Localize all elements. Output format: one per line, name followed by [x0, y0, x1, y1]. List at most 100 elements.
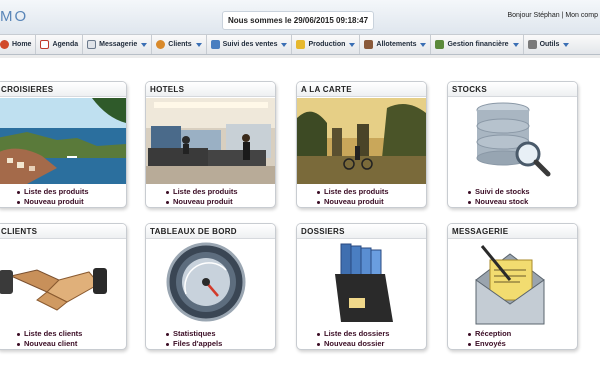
link-label: Nouveau dossier [324, 339, 385, 348]
tools-icon [527, 40, 537, 49]
link-suivi-stocks[interactable]: Suivi de stocks [468, 187, 530, 197]
chevron-down-icon [281, 42, 288, 47]
link-liste-produits[interactable]: Liste des produits [17, 187, 89, 197]
link-liste-clients[interactable]: Liste des clients [17, 329, 82, 339]
menu-allotements[interactable]: Allotements [360, 35, 432, 54]
card-title: STOCKS [448, 82, 577, 97]
a-la-carte-photo[interactable] [297, 98, 426, 184]
link-nouveau-client[interactable]: Nouveau client [17, 339, 82, 349]
link-liste-dossiers[interactable]: Liste des dossiers [317, 329, 389, 339]
bullet-icon [166, 190, 169, 194]
card-links: Liste des produits Nouveau produit [17, 187, 89, 207]
card-tableaux-de-bord: TABLEAUX DE BORD Statistiques Files d'ap… [145, 223, 276, 350]
link-nouveau-stock[interactable]: Nouveau stock [468, 197, 530, 207]
link-nouveau-produit[interactable]: Nouveau produit [317, 197, 389, 207]
date-time-display: Nous sommes le 29/06/2015 09:18:47 [222, 11, 374, 30]
chevron-down-icon [512, 42, 519, 47]
menu-allotements-label: Allotements [376, 41, 417, 48]
menu-gestion-financiere[interactable]: Gestion financière [431, 35, 524, 54]
link-label: Nouveau stock [475, 197, 529, 206]
card-title: A LA CARTE [297, 82, 426, 97]
bullet-icon [17, 332, 20, 336]
link-statistiques[interactable]: Statistiques [166, 329, 222, 339]
menu-suivi-ventes[interactable]: Suivi des ventes [207, 35, 293, 54]
bullet-icon [317, 190, 320, 194]
link-label: Liste des dossiers [324, 329, 390, 338]
handshake-icon[interactable] [0, 240, 126, 326]
bullet-icon [166, 342, 169, 346]
top-header: MO Nous sommes le 29/06/2015 09:18:47 Bo… [0, 0, 600, 34]
bullet-icon [17, 190, 20, 194]
chevron-down-icon [141, 42, 148, 47]
card-links: Réception Envoyés [468, 329, 511, 349]
allotment-icon [364, 40, 374, 49]
card-links: Liste des produits Nouveau produit [317, 187, 389, 207]
card-links: Liste des clients Nouveau client [17, 329, 82, 349]
link-label: Nouveau produit [173, 197, 233, 206]
menu-agenda-label: Agenda [52, 41, 79, 48]
menu-clients[interactable]: Clients [152, 35, 207, 54]
menu-outils[interactable]: Outils [524, 35, 574, 54]
link-liste-produits[interactable]: Liste des produits [166, 187, 238, 197]
gauge-icon[interactable] [146, 240, 275, 326]
card-title: TABLEAUX DE BORD [146, 224, 275, 239]
card-links: Liste des produits Nouveau produit [166, 187, 238, 207]
sales-icon [210, 40, 220, 49]
menu-messagerie[interactable]: Messagerie [83, 35, 153, 54]
bullet-icon [468, 190, 471, 194]
card-title: MESSAGERIE [448, 224, 577, 239]
folder-icon[interactable] [297, 240, 426, 326]
card-croisieres: CROISIERES Liste des produits Nouveau pr… [0, 81, 127, 208]
card-stocks: STOCKS Suivi de stocks Nouveau stock [447, 81, 578, 208]
bullet-icon [166, 332, 169, 336]
bullet-icon [166, 200, 169, 204]
card-links: Statistiques Files d'appels [166, 329, 222, 349]
menu-production[interactable]: Production [292, 35, 361, 54]
menu-messagerie-label: Messagerie [99, 41, 138, 48]
folder-icon [296, 40, 306, 49]
mail-icon [87, 40, 97, 49]
app-logo[interactable]: MO [0, 8, 28, 25]
database-search-icon[interactable] [448, 98, 577, 184]
link-label: Liste des produits [324, 187, 389, 196]
card-messagerie: MESSAGERIE Réception Envoyés [447, 223, 578, 350]
menu-gestion-financiere-label: Gestion financière [447, 41, 509, 48]
link-files-appels[interactable]: Files d'appels [166, 339, 222, 349]
envelope-icon[interactable] [448, 240, 577, 326]
dashboard-panel: CROISIERES Liste des produits Nouveau pr… [0, 58, 600, 371]
menu-agenda[interactable]: Agenda [36, 35, 84, 54]
menu-production-label: Production [308, 41, 346, 48]
chevron-down-icon [349, 42, 356, 47]
chevron-down-icon [563, 42, 570, 47]
bullet-icon [468, 332, 471, 336]
finance-icon [435, 40, 445, 49]
menu-home[interactable]: Home [0, 35, 37, 54]
bullet-icon [468, 200, 471, 204]
main-menu: Home Agenda Messagerie Clients Suivi des… [0, 34, 600, 55]
card-clients: CLIENTS Liste des clients Nouveau client [0, 223, 127, 350]
link-nouveau-produit[interactable]: Nouveau produit [166, 197, 238, 207]
card-title: HOTELS [146, 82, 275, 97]
link-label: Nouveau produit [324, 197, 384, 206]
link-label: Suivi de stocks [475, 187, 530, 196]
link-label: Liste des clients [24, 329, 83, 338]
croisieres-photo[interactable] [0, 98, 126, 184]
calendar-icon [40, 40, 50, 49]
bullet-icon [17, 342, 20, 346]
menu-clients-label: Clients [168, 41, 192, 48]
link-nouveau-dossier[interactable]: Nouveau dossier [317, 339, 389, 349]
chevron-down-icon [195, 42, 202, 47]
menu-suivi-ventes-label: Suivi des ventes [222, 41, 278, 48]
link-label: Nouveau produit [24, 197, 84, 206]
link-label: Réception [475, 329, 512, 338]
card-title: CROISIERES [0, 82, 126, 97]
link-reception[interactable]: Réception [468, 329, 511, 339]
link-envoyes[interactable]: Envoyés [468, 339, 511, 349]
card-links: Suivi de stocks Nouveau stock [468, 187, 530, 207]
link-liste-produits[interactable]: Liste des produits [317, 187, 389, 197]
menu-home-label: Home [12, 41, 32, 48]
card-a-la-carte: A LA CARTE Liste des produits Nouveau pr… [296, 81, 427, 208]
hotels-photo[interactable] [146, 98, 275, 184]
link-nouveau-produit[interactable]: Nouveau produit [17, 197, 89, 207]
user-greeting[interactable]: Bonjour Stéphan | Mon comp [507, 12, 598, 19]
